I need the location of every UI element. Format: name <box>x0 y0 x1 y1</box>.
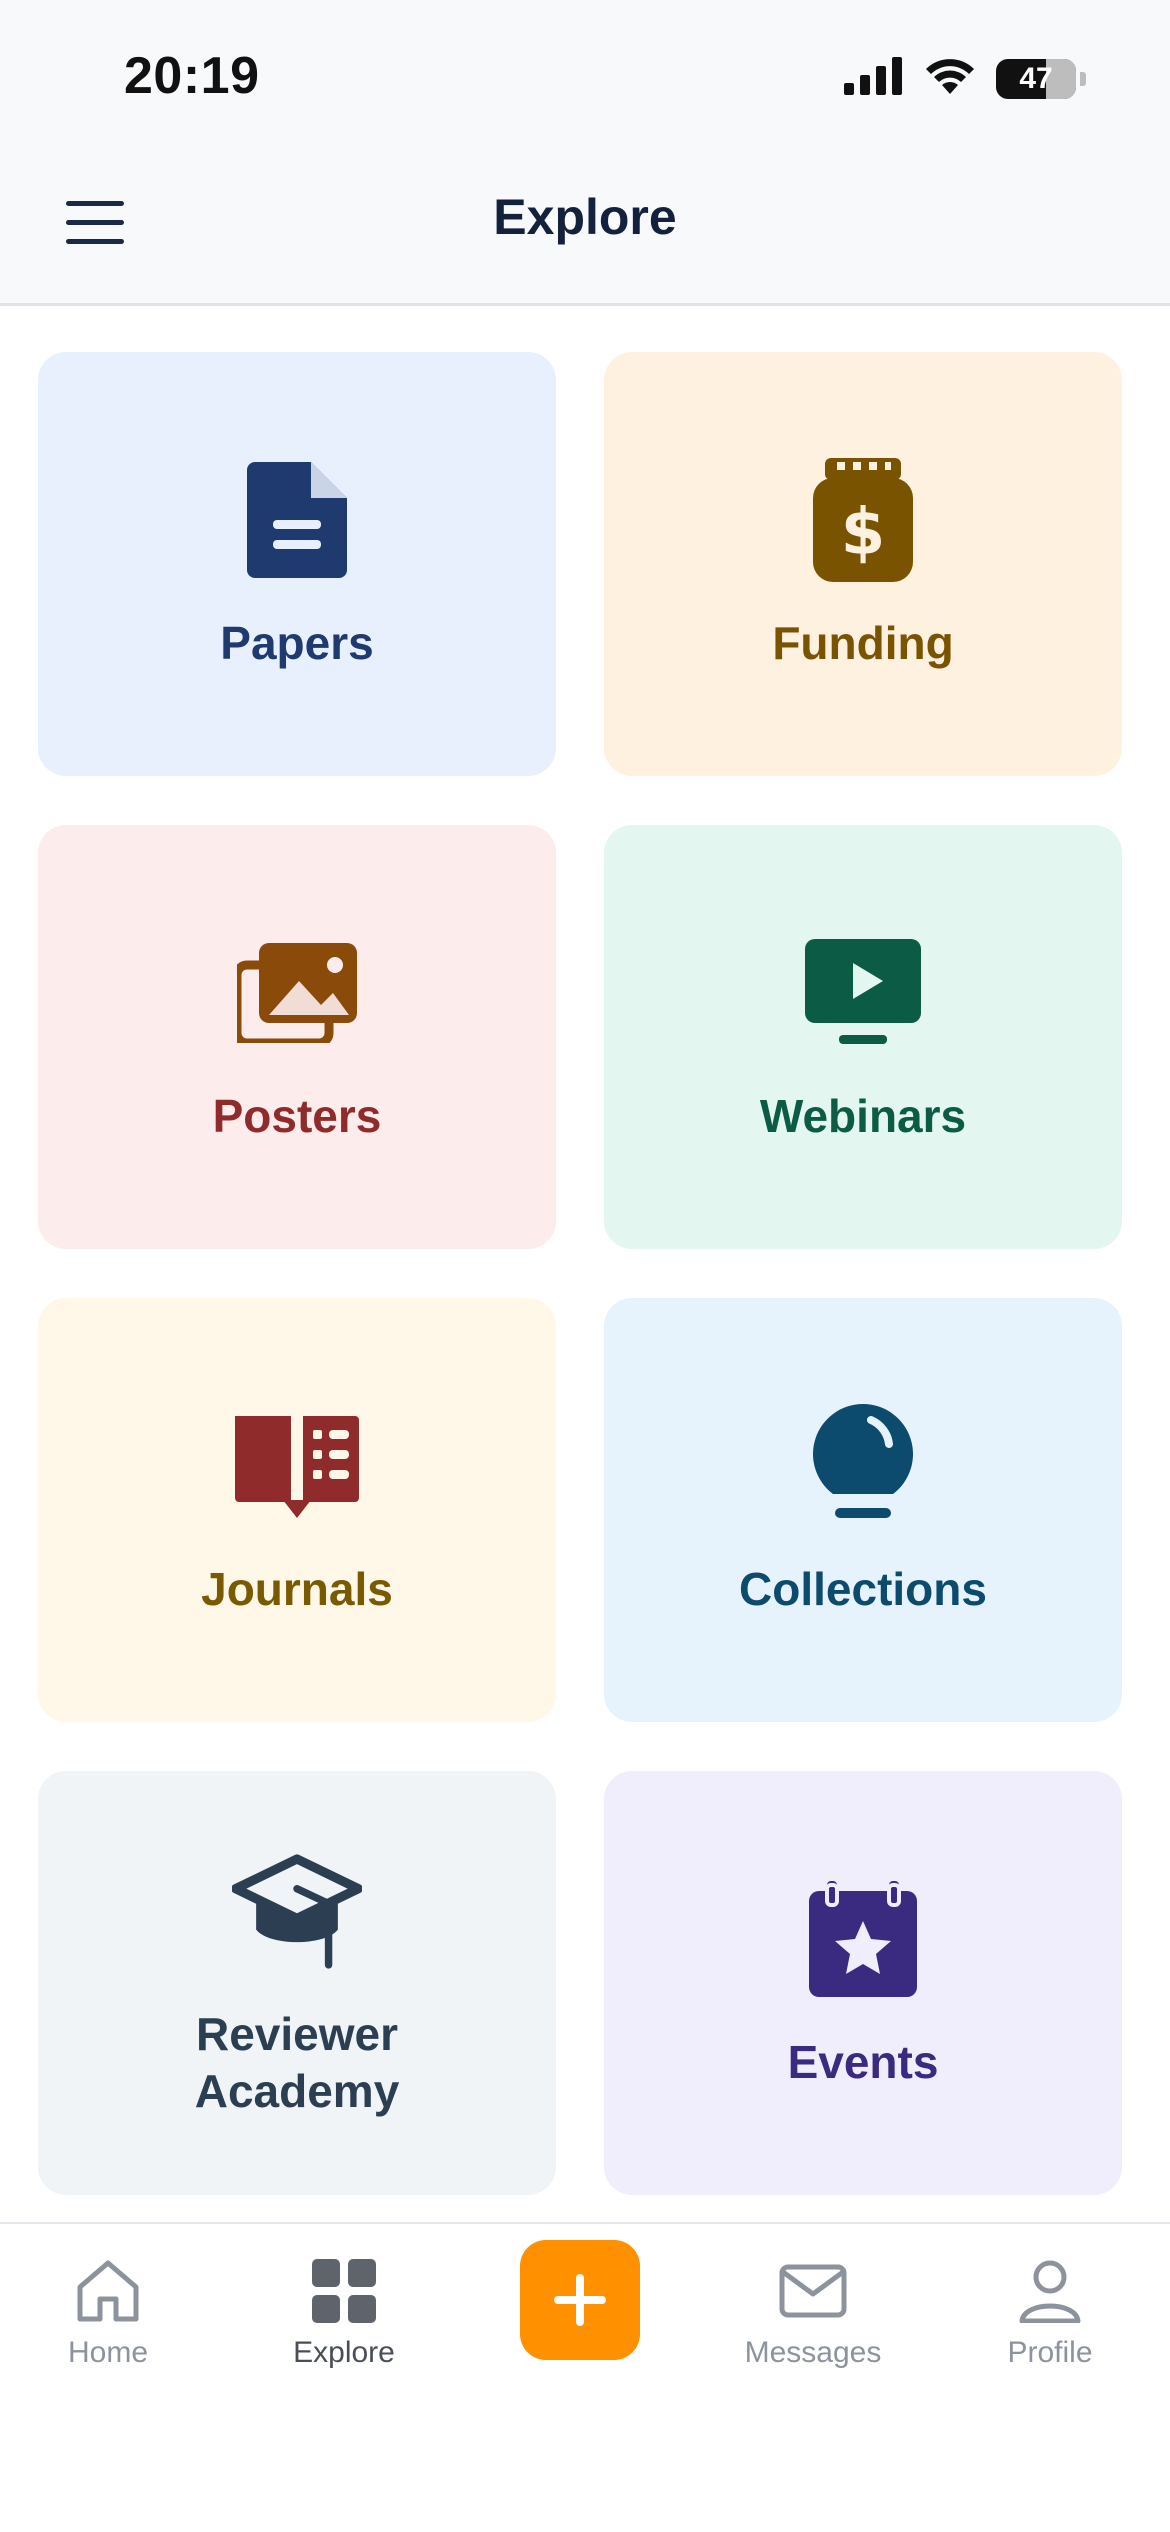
tile-label: Reviewer Academy <box>194 2007 400 2118</box>
calendar-star-icon <box>798 1874 928 2004</box>
tile-label: Funding <box>772 617 954 670</box>
tab-bar: Home Explore Messages Profile <box>0 2222 1170 2532</box>
graduation-cap-icon <box>232 1846 362 1976</box>
status-time: 20:19 <box>124 47 260 105</box>
tab-label: Profile <box>1007 2336 1093 2369</box>
monitor-play-icon <box>798 928 928 1058</box>
images-icon <box>232 928 362 1058</box>
create-button[interactable] <box>520 2240 640 2360</box>
tile-collections[interactable]: Collections <box>604 1298 1122 1722</box>
tile-label: Events <box>787 2036 939 2089</box>
tile-webinars[interactable]: Webinars <box>604 825 1122 1249</box>
battery-indicator: 47 <box>996 58 1076 99</box>
tab-label: Explore <box>293 2336 395 2369</box>
tab-label: Messages <box>744 2336 882 2369</box>
tile-reviewer-academy[interactable]: Reviewer Academy <box>38 1771 556 2195</box>
plus-icon <box>554 2274 606 2326</box>
lightbulb-icon <box>798 1401 928 1531</box>
tile-journals[interactable]: Journals <box>38 1298 556 1722</box>
header: Explore <box>0 150 1170 306</box>
money-bag-icon: $ <box>798 455 928 585</box>
tile-label: Papers <box>220 617 374 670</box>
wifi-icon <box>924 56 976 101</box>
tab-explore[interactable]: Explore <box>244 2254 444 2370</box>
page-title: Explore <box>493 189 677 245</box>
person-icon <box>1013 2254 1087 2328</box>
open-book-icon <box>232 1401 362 1531</box>
tile-posters[interactable]: Posters <box>38 825 556 1249</box>
tile-label: Webinars <box>759 1090 967 1143</box>
tab-profile[interactable]: Profile <box>950 2254 1150 2370</box>
tile-label: Posters <box>212 1090 382 1143</box>
tile-funding[interactable]: $ Funding <box>604 352 1122 776</box>
battery-tip <box>1080 71 1086 86</box>
envelope-icon <box>776 2254 850 2328</box>
tile-papers[interactable]: Papers <box>38 352 556 776</box>
grid-icon <box>307 2254 381 2328</box>
svg-text:$: $ <box>841 496 886 570</box>
status-icons: 47 <box>844 56 1086 101</box>
tab-home[interactable]: Home <box>8 2254 208 2370</box>
document-icon <box>232 455 362 585</box>
tile-label: Collections <box>739 1563 987 1616</box>
tab-label: Home <box>67 2336 149 2369</box>
battery-percent: 47 <box>1019 61 1053 95</box>
tab-messages[interactable]: Messages <box>713 2254 913 2370</box>
category-grid: Papers $ Funding Posters Webinars Journa… <box>38 352 1122 2195</box>
cellular-signal-icon <box>844 57 904 100</box>
status-bar: 20:19 47 <box>0 0 1170 150</box>
home-icon <box>71 2254 145 2328</box>
tile-events[interactable]: Events <box>604 1771 1122 2195</box>
tile-label: Journals <box>201 1563 393 1616</box>
